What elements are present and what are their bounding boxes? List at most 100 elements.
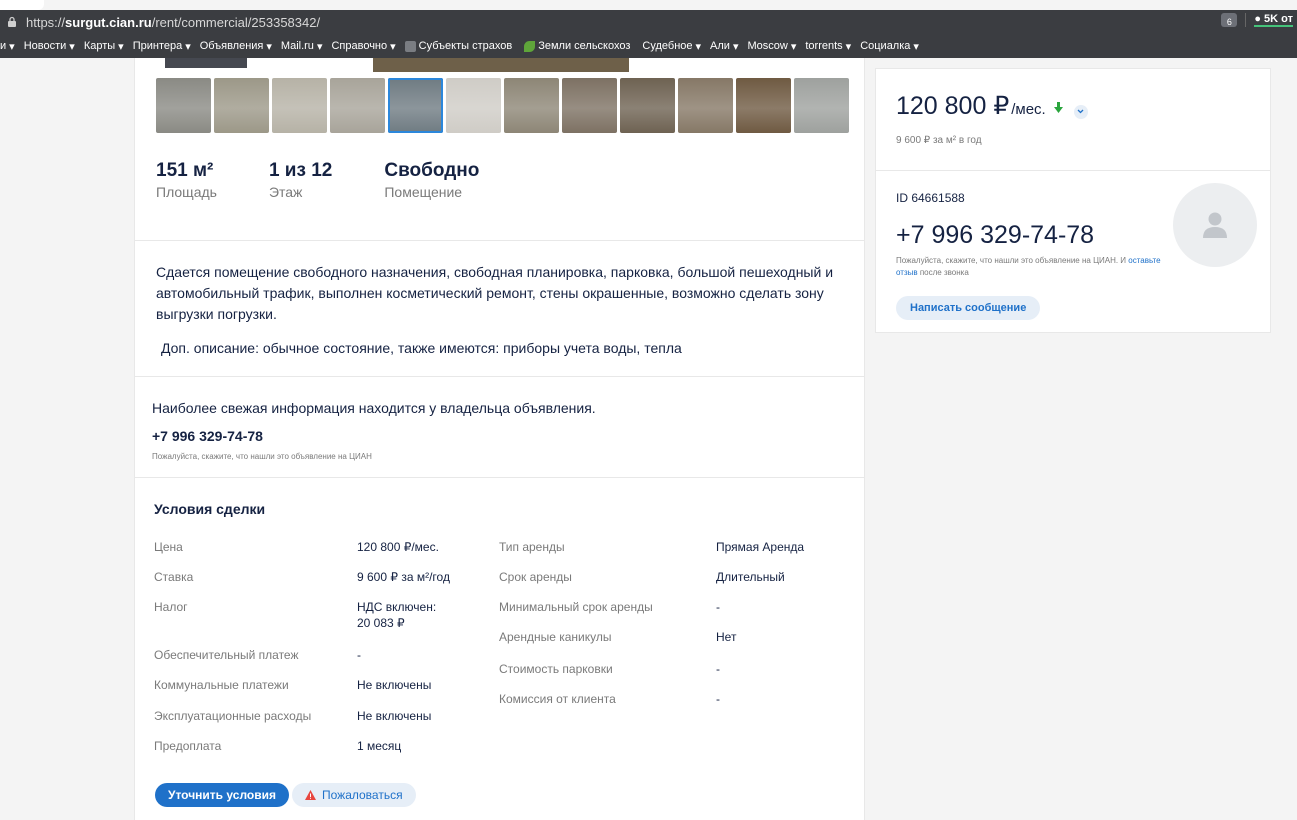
listing-main: 151 м² Площадь 1 из 12 Этаж Свободно Помещени…	[134, 58, 865, 820]
bookmark-item[interactable]: Moscow ▾	[747, 40, 796, 53]
photo-thumbnail[interactable]	[388, 78, 443, 133]
agent-hint-tail: после звонка	[917, 268, 969, 277]
complain-button[interactable]: Пожаловаться	[292, 783, 416, 807]
fact-item: 151 м² Площадь	[156, 160, 217, 200]
description-extra: Доп. описание: обычное состояние, также …	[161, 340, 682, 356]
bookmark-label: Субъекты страхов	[418, 40, 513, 52]
bookmark-item[interactable]: Новости ▾	[24, 40, 75, 53]
price-line: 120 800 ₽/мес.	[896, 91, 1088, 121]
fact-label: Этаж	[268, 184, 303, 200]
bookmark-label: Новости	[23, 40, 67, 52]
photo-thumbnail[interactable]	[794, 78, 849, 133]
bookmark-arrow-icon: ▾	[118, 40, 124, 53]
bookmark-label: Объявления	[199, 40, 264, 52]
badge-text: 5K от	[1264, 13, 1293, 25]
address-bar[interactable]: https://surgut.cian.ru/rent/commercial/2…	[0, 10, 1297, 34]
bookmark-item[interactable]: Принтера ▾	[133, 40, 191, 53]
fact-value: 1 из 12	[268, 160, 333, 181]
bookmark-label: и	[0, 40, 7, 52]
price-history-toggle[interactable]	[1073, 104, 1088, 119]
price-card: 120 800 ₽/мес. 9 600 ₽ за м² в год	[875, 68, 1271, 170]
photo-thumbnail[interactable]	[446, 78, 501, 133]
photo-thumbnail[interactable]	[620, 78, 675, 133]
terms-label: Тип аренды	[499, 540, 565, 554]
terms-label: Арендные каникулы	[499, 630, 612, 644]
contact-card: ID 64661588 +7 996 329-74-78 Пожалуйста,…	[875, 170, 1271, 333]
tab-edge[interactable]	[0, 0, 44, 10]
fact-value: Свободно	[384, 160, 480, 181]
photo-thumbnails	[156, 78, 849, 133]
lock-icon	[8, 16, 16, 27]
agent-id: ID 64661588	[896, 191, 965, 205]
comments-badge[interactable]: ● 5K от	[1254, 13, 1293, 27]
bookmark-item[interactable]: Карты ▾	[84, 40, 124, 53]
bookmark-arrow-icon: ▾	[266, 40, 272, 53]
terms-label: Ставка	[154, 570, 194, 584]
description-text: Сдается помещение свободного назначения,…	[156, 264, 834, 322]
photo-thumbnail[interactable]	[214, 78, 269, 133]
bookmark-item[interactable]: Али ▾	[710, 40, 738, 53]
gallery-top-control[interactable]	[165, 58, 247, 68]
fact-item: 1 из 12 Этаж	[269, 160, 332, 200]
owner-hint: Пожалуйста, скажите, что нашли это объяв…	[152, 452, 372, 461]
toolbar-separator	[1245, 13, 1247, 27]
main-photo-edge[interactable]	[373, 58, 629, 72]
complain-label: Пожаловаться	[322, 788, 403, 802]
toolbar-right: 6 ● 5K от	[1221, 13, 1293, 27]
terms-value: -	[716, 692, 720, 706]
bookmark-arrow-icon: ▾	[790, 40, 797, 53]
photo-thumbnail[interactable]	[736, 78, 791, 133]
photo-thumbnail[interactable]	[156, 78, 211, 133]
terms-value: 120 800 ₽/мес.	[357, 540, 439, 554]
bookmark-arrow-icon: ▾	[390, 40, 396, 53]
leaf-icon	[524, 40, 536, 52]
owner-phone[interactable]: +7 996 329-74-78	[152, 428, 263, 444]
fact-label: Площадь	[156, 184, 217, 200]
terms-label: Срок аренды	[499, 570, 572, 584]
terms-label: Коммунальные платежи	[154, 678, 289, 692]
bookmark-arrow-icon: ▾	[845, 40, 852, 53]
agent-phone[interactable]: +7 996 329-74-78	[896, 221, 1094, 250]
price-down-arrow-icon	[1053, 102, 1063, 113]
terms-title: Условия сделки	[154, 501, 266, 517]
bookmark-item[interactable]: Социалка ▾	[860, 40, 919, 53]
photo-thumbnail[interactable]	[504, 78, 559, 133]
bookmark-arrow-icon: ▾	[913, 40, 919, 53]
price-per-meter: 9 600 ₽ за м² в год	[896, 135, 982, 146]
bookmark-item[interactable]: Mail.ru ▾	[281, 40, 323, 53]
bookmark-item[interactable]: Судебное ▾	[642, 40, 701, 53]
terms-value: -	[716, 600, 720, 614]
url-text[interactable]: https://surgut.cian.ru/rent/commercial/2…	[26, 15, 320, 30]
divider	[135, 477, 864, 478]
fact-value: 151 м²	[156, 160, 214, 181]
photo-thumbnail[interactable]	[678, 78, 733, 133]
bookmark-item[interactable]: Справочно ▾	[331, 40, 395, 53]
bookmark-item[interactable]: Объявления ▾	[200, 40, 272, 53]
extension-count: 6	[1226, 17, 1232, 27]
crest-icon	[404, 40, 416, 52]
photo-thumbnail[interactable]	[330, 78, 385, 133]
owner-note: Наиболее свежая информация находится у в…	[152, 400, 596, 416]
photo-thumbnail[interactable]	[562, 78, 617, 133]
bookmark-item[interactable]: и ▾	[0, 40, 15, 53]
terms-value: -	[716, 662, 720, 676]
terms-value: Нет	[716, 630, 737, 644]
bookmark-arrow-icon: ▾	[316, 40, 323, 53]
photo-thumbnail[interactable]	[272, 78, 327, 133]
terms-label: Эксплуатационные расходы	[154, 709, 312, 723]
bookmark-label: torrents	[805, 40, 843, 52]
clarify-terms-button[interactable]: Уточнить условия	[155, 783, 289, 807]
bookmark-arrow-icon: ▾	[185, 40, 191, 53]
terms-value: НДС включен:	[357, 600, 437, 614]
divider	[135, 240, 864, 241]
terms-value: 1 месяц	[357, 739, 402, 753]
bookmark-item[interactable]: Субъекты страхов	[404, 40, 516, 52]
agent-hint: Пожалуйста, скажите, что нашли это объяв…	[896, 255, 1166, 279]
bookmark-item[interactable]: Земли сельскохоз	[524, 40, 633, 52]
send-message-button[interactable]: Написать сообщение	[896, 296, 1041, 320]
bookmark-label: Справочно	[331, 40, 388, 52]
terms-label: Цена	[154, 540, 183, 554]
terms-value: -	[357, 648, 361, 662]
bookmark-item[interactable]: torrents ▾	[805, 40, 851, 53]
extension-icon[interactable]: 6	[1221, 13, 1238, 27]
